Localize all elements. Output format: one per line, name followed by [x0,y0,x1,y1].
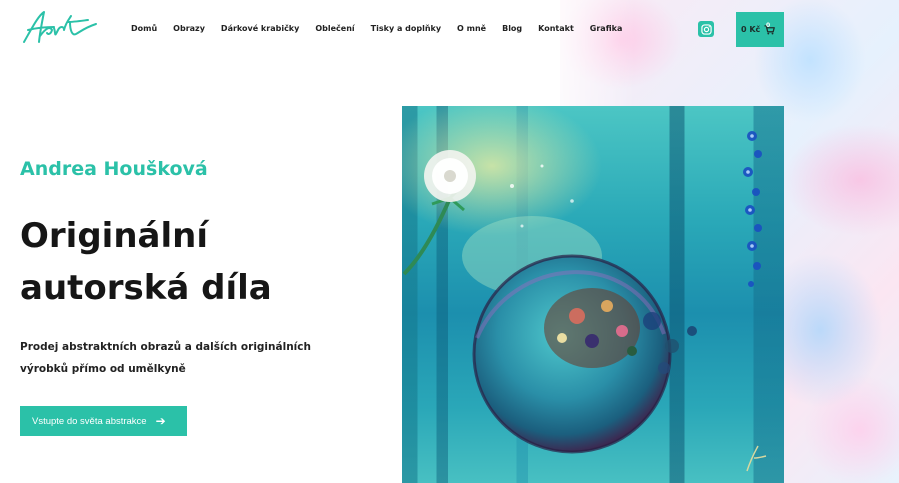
cart-button[interactable]: 0 Kč 0 [736,12,784,47]
nav-item-o-mne[interactable]: O mně [457,24,486,33]
painting-artwork [402,106,767,472]
site-header: Domů Obrazy Dárkové krabičky Oblečení Ti… [0,0,899,60]
nav-item-kontakt[interactable]: Kontakt [538,24,574,33]
main-nav: Domů Obrazy Dárkové krabičky Oblečení Ti… [131,24,622,33]
nav-item-blog[interactable]: Blog [502,24,522,33]
nav-item-obrazy[interactable]: Obrazy [173,24,205,33]
featured-painting [402,106,784,483]
nav-item-domu[interactable]: Domů [131,24,157,33]
cart-count-badge: 0 [766,22,771,29]
cart-price: 0 Kč [741,25,761,34]
nav-item-grafika[interactable]: Grafika [590,24,623,33]
arrow-right-icon: ➔ [155,414,166,428]
instagram-button[interactable] [698,21,714,37]
hero-subtitle: Prodej abstraktních obrazů a dalších ori… [20,341,311,375]
nav-item-obleceni[interactable]: Oblečení [315,24,354,33]
artist-name: Andrea Houšková [20,158,208,180]
cta-button[interactable]: Vstupte do světa abstrakce ➔ [20,406,187,436]
instagram-icon [700,23,712,35]
hero-title: Originální autorská díla [20,216,272,308]
cta-label: Vstupte do světa abstrakce [32,415,147,427]
site-logo[interactable] [18,8,98,48]
nav-item-tisky-a-doplnky[interactable]: Tisky a doplňky [371,24,441,33]
nav-item-darkove-krabicky[interactable]: Dárkové krabičky [221,24,299,33]
